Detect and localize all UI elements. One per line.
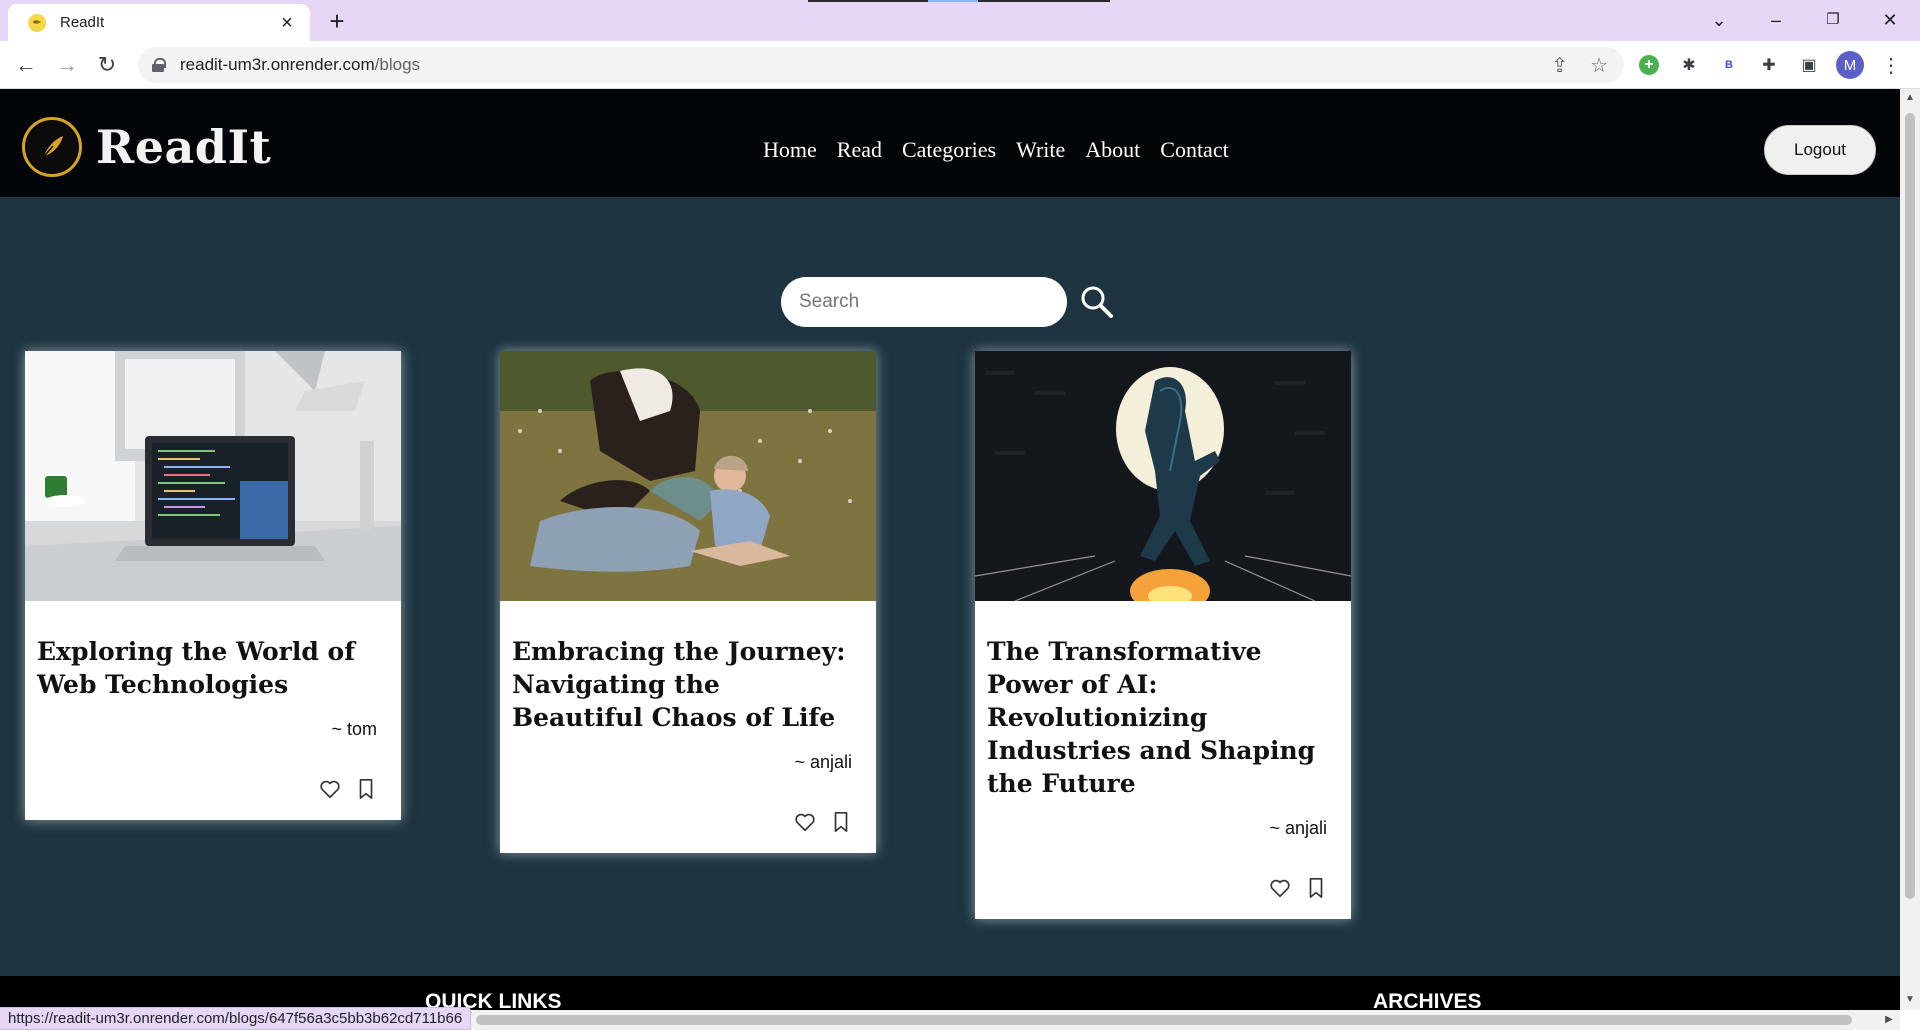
blog-card[interactable]: The Transformative Power of AI: Revoluti… — [975, 351, 1351, 919]
back-arrow-icon[interactable]: ← — [10, 49, 42, 81]
tab-search-chevron-icon[interactable]: ⌄ — [1696, 4, 1742, 36]
lock-icon[interactable] — [152, 58, 166, 72]
blog-card[interactable]: Exploring the World of Web Technologies … — [25, 351, 401, 820]
scroll-right-arrow-icon[interactable]: ▶ — [1884, 1015, 1894, 1025]
blog-card-title[interactable]: The Transformative Power of AI: Revoluti… — [987, 635, 1327, 800]
horizontal-scroll-thumb[interactable] — [476, 1015, 1852, 1025]
vertical-scrollbar[interactable]: ▲ ▼ — [1900, 89, 1920, 1010]
archives-heading: ARCHIVES — [1373, 990, 1482, 1010]
scroll-down-arrow-icon[interactable]: ▼ — [1905, 995, 1915, 1005]
minimize-button[interactable]: – — [1753, 4, 1799, 36]
browser-menu-icon[interactable]: ⋮ — [1878, 52, 1904, 78]
browser-toolbar: ← → ↻ readit-um3r.onrender.com/blogs ⇪ ☆… — [0, 41, 1920, 89]
extension-bug-icon[interactable]: ✱ — [1676, 52, 1702, 78]
extension-b-icon[interactable]: B — [1716, 52, 1742, 78]
url-path: /blogs — [374, 55, 421, 74]
search-bar — [781, 277, 1115, 327]
tab-strip-indicator — [808, 0, 1110, 2]
nav-write[interactable]: Write — [1016, 137, 1065, 163]
blog-card-author: ~ anjali — [794, 752, 852, 772]
logo-text: ReadIt — [96, 120, 272, 174]
extensions-puzzle-icon[interactable]: ✚ — [1756, 52, 1782, 78]
share-icon[interactable]: ⇪ — [1551, 53, 1568, 78]
page-viewport: ReadIt Home Read Categories Write About … — [0, 89, 1900, 1010]
blog-card-title[interactable]: Embracing the Journey: Navigating the Be… — [512, 635, 852, 734]
blog-card-title[interactable]: Exploring the World of Web Technologies — [37, 635, 377, 701]
restore-button[interactable]: ❐ — [1810, 4, 1856, 36]
search-input[interactable] — [781, 277, 1067, 327]
scroll-up-arrow-icon[interactable]: ▲ — [1905, 93, 1915, 103]
window-close-button[interactable]: ✕ — [1867, 4, 1913, 36]
side-panel-icon[interactable]: ▣ — [1796, 52, 1822, 78]
laptop-on-desk-image — [25, 351, 401, 601]
blog-card[interactable]: Embracing the Journey: Navigating the Be… — [500, 351, 876, 853]
logout-button[interactable]: Logout — [1764, 125, 1876, 175]
reload-icon[interactable]: ↻ — [91, 49, 123, 81]
browser-tab-bar: ✒ ReadIt × + ⌄ – ❐ ✕ — [0, 0, 1920, 41]
nav-contact[interactable]: Contact — [1160, 137, 1228, 163]
nav-about[interactable]: About — [1085, 137, 1140, 163]
main-nav: Home Read Categories Write About Contact — [763, 137, 1229, 163]
heart-icon[interactable] — [319, 778, 341, 800]
heart-icon[interactable] — [794, 811, 816, 833]
nav-read[interactable]: Read — [837, 137, 882, 163]
close-tab-icon[interactable]: × — [276, 12, 298, 34]
browser-tab-active[interactable]: ✒ ReadIt × — [8, 4, 310, 41]
feather-favicon-icon: ✒ — [28, 13, 46, 32]
address-bar[interactable]: readit-um3r.onrender.com/blogs ⇪ ☆ — [138, 47, 1624, 83]
new-tab-button[interactable]: + — [322, 8, 352, 36]
search-icon[interactable] — [1079, 284, 1115, 320]
forward-arrow-icon[interactable]: → — [51, 49, 83, 81]
site-logo[interactable]: ReadIt — [22, 117, 271, 177]
bookmark-star-icon[interactable]: ☆ — [1590, 53, 1608, 78]
extension-green-icon[interactable]: + — [1636, 52, 1662, 78]
bookmark-icon[interactable] — [830, 811, 852, 833]
feather-logo-icon — [22, 117, 82, 177]
vertical-scroll-thumb[interactable] — [1905, 113, 1915, 899]
site-footer: QUICK LINKS ARCHIVES — [0, 976, 1900, 1010]
robot-and-moon-image — [975, 351, 1351, 601]
bookmark-icon[interactable] — [355, 778, 377, 800]
tab-title: ReadIt — [60, 14, 105, 31]
url-host: readit-um3r.onrender.com — [180, 55, 375, 74]
person-with-cow-image — [500, 351, 876, 601]
site-header: ReadIt Home Read Categories Write About … — [0, 89, 1900, 197]
blog-card-author: ~ anjali — [1269, 818, 1327, 838]
profile-avatar[interactable]: M — [1836, 51, 1864, 79]
blog-card-author: ~ tom — [331, 719, 377, 739]
nav-categories[interactable]: Categories — [902, 137, 996, 163]
heart-icon[interactable] — [1269, 877, 1291, 899]
bookmark-icon[interactable] — [1305, 877, 1327, 899]
link-status-bubble: https://readit-um3r.onrender.com/blogs/6… — [0, 1007, 472, 1030]
nav-home[interactable]: Home — [763, 137, 817, 163]
